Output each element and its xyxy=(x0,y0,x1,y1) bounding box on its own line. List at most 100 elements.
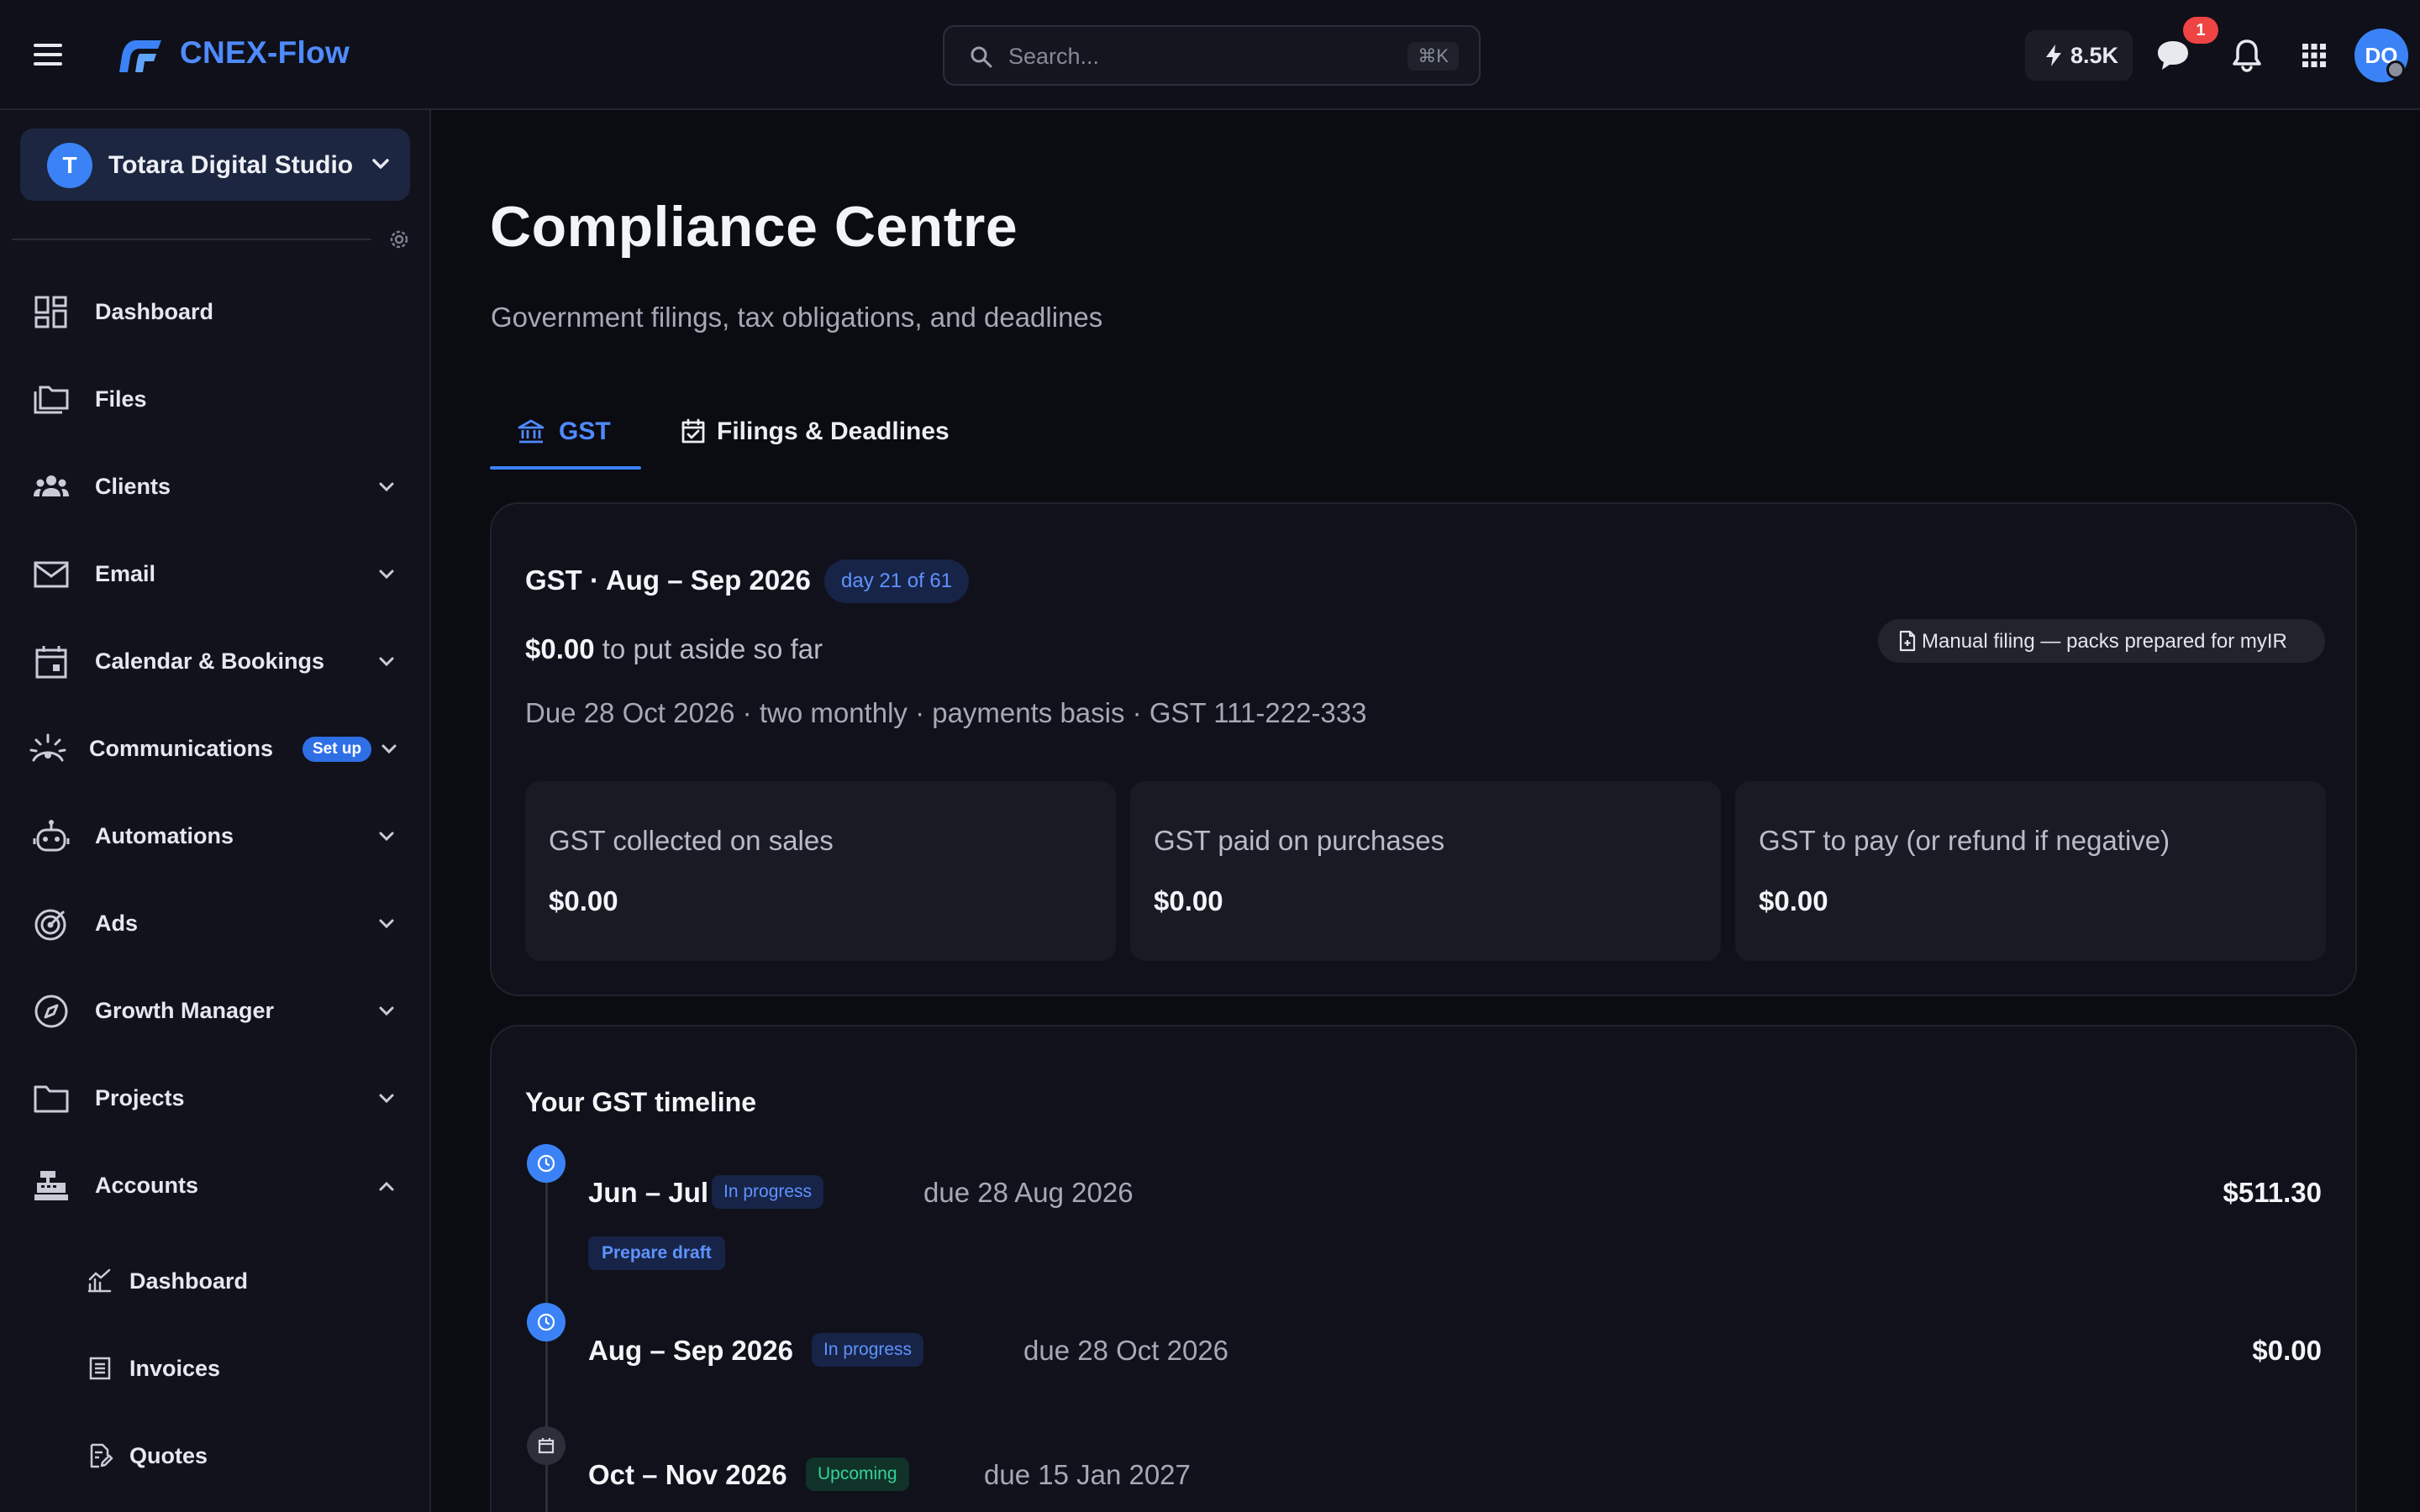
sidebar-item-dashboard[interactable]: Dashboard xyxy=(0,275,429,349)
tab-filings-deadlines[interactable]: Filings & Deadlines xyxy=(673,392,959,470)
document-icon xyxy=(1899,630,1916,652)
put-aside-summary: $0.00 to put aside so far xyxy=(525,633,823,665)
messages-badge: 1 xyxy=(2183,17,2218,44)
email-icon xyxy=(34,561,69,588)
search-icon xyxy=(971,46,992,68)
brand-name[interactable]: CNEX-Flow xyxy=(180,35,350,71)
communications-icon xyxy=(29,733,66,762)
chevron-down-icon xyxy=(379,919,394,929)
calendar-check-icon xyxy=(681,418,705,444)
setup-badge: Set up xyxy=(302,737,372,762)
sidebar-item-growth-manager[interactable]: Growth Manager xyxy=(0,974,429,1047)
apps-grid-icon[interactable] xyxy=(2292,34,2336,77)
chevron-down-icon xyxy=(379,832,394,842)
files-icon xyxy=(34,386,69,414)
prepare-draft-button[interactable]: Prepare draft xyxy=(588,1236,725,1270)
active-tab-indicator xyxy=(490,466,641,470)
page-title: Compliance Centre xyxy=(490,195,1018,259)
status-badge: Upcoming xyxy=(806,1457,909,1491)
chevron-down-icon xyxy=(379,1094,394,1104)
timeline-dot-in-progress xyxy=(527,1144,566,1183)
lightning-icon xyxy=(2046,45,2061,66)
sidebar-item-projects[interactable]: Projects xyxy=(0,1061,429,1135)
quote-icon xyxy=(90,1443,113,1468)
app-root: CNEX-Flow ⌘K 8.5K 1 xyxy=(0,0,2420,1512)
chevron-down-icon xyxy=(372,159,389,169)
target-icon xyxy=(34,909,66,941)
sidebar-subitem-quotes[interactable]: Quotes xyxy=(0,1422,429,1489)
gst-timeline-card: Your GST timeline Jun – Jul 2026 In prog… xyxy=(490,1025,2357,1512)
clock-icon xyxy=(537,1154,555,1173)
manual-filing-pill[interactable]: Manual filing — packs prepared for myIR xyxy=(1878,619,2325,663)
sidebar-item-communications[interactable]: Communications Set up xyxy=(0,711,429,785)
stat-gst-to-pay: GST to pay (or refund if negative) $0.00 xyxy=(1735,781,2326,961)
timeline-dot-in-progress xyxy=(527,1303,566,1341)
stat-gst-collected: GST collected on sales $0.00 xyxy=(525,781,1116,961)
sidebar-item-automations[interactable]: Automations xyxy=(0,799,429,873)
manual-filing-label: Manual filing — packs prepared for myIR xyxy=(1922,630,2287,653)
tab-bar: GST Filings & Deadlines xyxy=(490,392,1330,471)
bell-icon[interactable] xyxy=(2225,34,2269,77)
sidebar-item-email[interactable]: Email xyxy=(0,537,429,611)
stat-gst-paid: GST paid on purchases $0.00 xyxy=(1130,781,1721,961)
robot-icon xyxy=(33,820,70,852)
search-shortcut: ⌘K xyxy=(1407,42,1459,71)
sidebar-item-files[interactable]: Files xyxy=(0,362,429,436)
timeline-amount: $511.30 xyxy=(2223,1177,2322,1208)
presence-indicator xyxy=(2386,60,2405,79)
sidebar-subitem-invoices[interactable]: Invoices xyxy=(0,1335,429,1402)
calendar-icon xyxy=(538,1438,555,1454)
brand-logo-icon xyxy=(119,40,161,72)
gst-period-heading: GST · Aug – Sep 2026 xyxy=(525,564,811,596)
timeline-period: Aug – Sep 2026 xyxy=(588,1335,793,1366)
main-content: Compliance Centre Government filings, ta… xyxy=(433,110,2420,1512)
search-box[interactable]: ⌘K xyxy=(943,25,1481,86)
menu-icon[interactable] xyxy=(34,42,62,67)
top-bar: CNEX-Flow ⌘K 8.5K 1 xyxy=(0,0,2420,110)
sidebar-item-calendar-bookings[interactable]: Calendar & Bookings xyxy=(0,624,429,698)
folder-icon xyxy=(34,1085,69,1113)
sidebar: T Totara Digital Studio Dashboard Files … xyxy=(0,110,431,1512)
put-aside-amount: $0.00 xyxy=(525,633,595,664)
sidebar-divider xyxy=(12,239,371,240)
due-details: Due 28 Oct 2026 · two monthly · payments… xyxy=(525,697,1367,728)
chevron-down-icon xyxy=(381,744,397,754)
gst-period-card: GST · Aug – Sep 2026 day 21 of 61 $0.00 … xyxy=(490,502,2357,996)
tab-gst[interactable]: GST xyxy=(490,392,641,470)
credits-button[interactable]: 8.5K xyxy=(2025,30,2133,81)
sidebar-subitem-accounts-dashboard[interactable]: Dashboard xyxy=(0,1247,429,1315)
page-subtitle: Government filings, tax obligations, and… xyxy=(491,302,1103,333)
gear-icon[interactable] xyxy=(387,227,412,252)
invoice-icon xyxy=(89,1357,111,1380)
search-input[interactable] xyxy=(1008,39,1378,74)
timeline-amount: $0.00 xyxy=(2252,1335,2322,1366)
sidebar-item-ads[interactable]: Ads xyxy=(0,886,429,960)
timeline-period: Oct – Nov 2026 xyxy=(588,1459,787,1490)
compass-icon xyxy=(34,995,68,1028)
dashboard-icon xyxy=(34,296,67,328)
sidebar-item-clients[interactable]: Clients xyxy=(0,449,429,523)
put-aside-text: to put aside so far xyxy=(594,633,823,664)
sidebar-item-accounts[interactable]: Accounts xyxy=(0,1148,429,1222)
chevron-up-icon xyxy=(379,1181,394,1191)
credits-count: 8.5K xyxy=(2070,43,2119,68)
chevron-down-icon xyxy=(379,482,394,492)
bank-icon xyxy=(518,419,544,444)
chart-icon xyxy=(87,1268,112,1293)
calendar-icon xyxy=(35,646,67,679)
timeline-due-date: due 28 Oct 2026 xyxy=(1023,1335,1229,1366)
org-name: Totara Digital Studio xyxy=(108,151,354,179)
timeline-due-date: due 15 Jan 2027 xyxy=(984,1459,1191,1490)
timeline-dot-upcoming xyxy=(527,1426,566,1465)
status-badge: In progress xyxy=(812,1333,924,1367)
clock-icon xyxy=(537,1313,555,1331)
chevron-down-icon xyxy=(379,570,394,580)
timeline-title: Your GST timeline xyxy=(525,1087,756,1117)
org-switcher[interactable]: T Totara Digital Studio xyxy=(20,129,410,201)
day-progress-badge: day 21 of 61 xyxy=(824,559,970,603)
chevron-down-icon xyxy=(379,1006,394,1016)
clients-icon xyxy=(34,475,69,496)
timeline-due-date: due 28 Aug 2026 xyxy=(923,1177,1134,1208)
chevron-down-icon xyxy=(379,657,394,667)
register-icon xyxy=(34,1171,68,1200)
